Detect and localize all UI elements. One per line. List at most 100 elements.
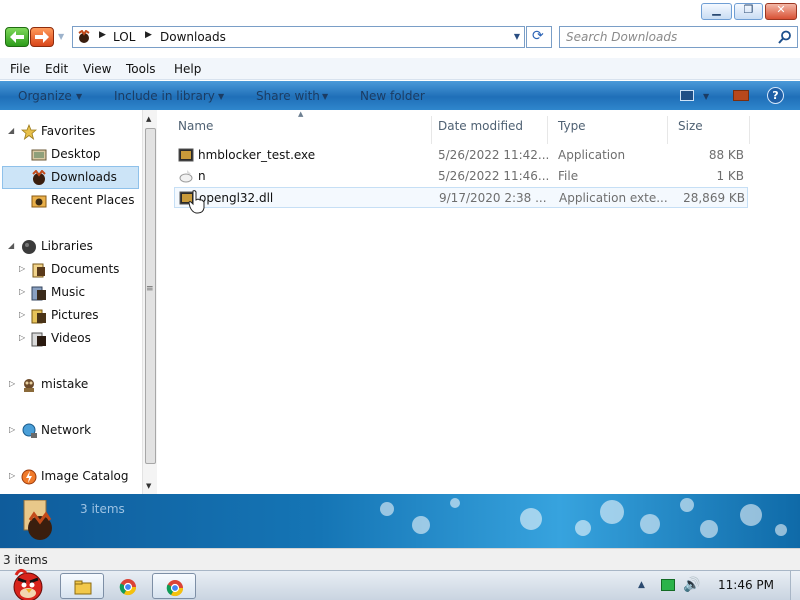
navigation-scrollbar[interactable]: ▲ ≡ ▼ [142, 110, 157, 494]
file-row[interactable]: opengl32.dll 9/17/2020 2:38 ... Applicat… [174, 187, 748, 208]
network-status-icon[interactable] [661, 579, 675, 591]
help-icon[interactable]: ? [767, 87, 784, 104]
documents-icon [32, 263, 45, 278]
maximize-icon: ❐ [743, 3, 754, 16]
minimize-icon: ▁ [712, 3, 721, 16]
collapsed-arrow-icon[interactable]: ▷ [19, 333, 25, 342]
nav-downloads[interactable]: Downloads [2, 166, 139, 189]
file-type: Application exte... [559, 191, 668, 205]
search-input[interactable] [566, 29, 766, 45]
nav-pictures[interactable]: ▷ Pictures [0, 305, 140, 327]
breadcrumb-lol[interactable]: LOL [113, 30, 135, 44]
forward-button[interactable] [30, 27, 54, 47]
nav-desktop[interactable]: Desktop [0, 144, 140, 166]
nav-image-catalog-label: Image Catalog [41, 469, 129, 483]
command-bar: Organize ▼ Include in library ▼ Share wi… [0, 81, 800, 110]
nav-music[interactable]: ▷ Music [0, 282, 140, 304]
start-button-icon[interactable] [2, 563, 52, 600]
videos-icon [31, 332, 46, 347]
close-icon: ✕ [776, 3, 786, 16]
file-type: File [558, 169, 579, 183]
nav-image-catalog[interactable]: ▷ Image Catalog [0, 466, 140, 488]
nav-downloads-label: Downloads [51, 170, 117, 184]
refresh-icon: ⟳ [532, 28, 544, 44]
scrollbar-thumb[interactable] [145, 128, 156, 464]
scroll-down-icon[interactable]: ▼ [146, 482, 151, 490]
nav-recent-places-label: Recent Places [51, 193, 135, 207]
column-header-type[interactable]: Type [548, 116, 668, 144]
column-header-name[interactable]: Name [168, 116, 432, 144]
collapsed-arrow-icon[interactable]: ▷ [19, 287, 25, 296]
minimize-button[interactable]: ▁ [701, 3, 732, 20]
recent-pages-dropdown-icon[interactable]: ▼ [58, 32, 64, 41]
expanded-arrow-icon[interactable]: ◢ [8, 126, 14, 135]
column-size-label: Size [678, 119, 703, 133]
close-button[interactable]: ✕ [765, 3, 797, 20]
file-date: 9/17/2020 2:38 ... [439, 191, 547, 205]
collapsed-arrow-icon[interactable]: ▷ [19, 310, 25, 319]
column-header-date-modified[interactable]: Date modified [428, 116, 548, 144]
maximize-button[interactable]: ❐ [734, 3, 763, 20]
navigation-pane: ◢ Favorites Desktop Downloads Recent Pla… [0, 110, 158, 494]
include-in-library-dropdown-icon[interactable]: ▼ [218, 92, 224, 101]
favorites-star-icon [21, 124, 37, 140]
file-row[interactable]: n 5/26/2022 11:46... File 1 KB [174, 166, 748, 187]
preview-pane-icon[interactable] [733, 90, 749, 101]
menu-tools[interactable]: Tools [126, 62, 156, 76]
file-size: 1 KB [716, 169, 744, 183]
share-with-dropdown-icon[interactable]: ▼ [322, 92, 328, 101]
address-dropdown-icon[interactable]: ▼ [514, 32, 520, 41]
folder-icon [74, 580, 92, 595]
collapsed-arrow-icon[interactable]: ▷ [9, 425, 15, 434]
back-button[interactable] [5, 27, 29, 47]
share-with-button[interactable]: Share with [256, 89, 320, 103]
collapsed-arrow-icon[interactable]: ▷ [9, 379, 15, 388]
file-date: 5/26/2022 11:46... [438, 169, 550, 183]
collapsed-arrow-icon[interactable]: ▷ [19, 264, 25, 273]
column-type-label: Type [558, 119, 586, 133]
desktop-icon [31, 149, 47, 161]
search-box[interactable] [559, 26, 798, 48]
nav-network[interactable]: ▷ Network [0, 420, 140, 442]
breadcrumb-downloads[interactable]: Downloads [160, 30, 226, 44]
details-pane: 3 items [0, 494, 800, 548]
organize-dropdown-icon[interactable]: ▼ [76, 92, 82, 101]
show-desktop-button[interactable] [790, 571, 800, 600]
file-row[interactable]: hmblocker_test.exe 5/26/2022 11:42... Ap… [174, 145, 748, 166]
taskbar-chrome-button[interactable] [106, 573, 150, 599]
volume-icon[interactable]: 🔊 [683, 577, 700, 593]
taskbar-explorer-button[interactable] [60, 573, 104, 599]
breadcrumb-separator-icon[interactable]: ▶ [99, 30, 106, 40]
nav-recent-places[interactable]: Recent Places [0, 190, 140, 212]
blank-file-icon [179, 170, 193, 183]
show-hidden-icons-icon[interactable]: ▲ [638, 580, 645, 590]
nav-libraries[interactable]: ◢ Libraries [0, 236, 140, 258]
pictures-icon [31, 309, 46, 324]
breadcrumb-separator-icon[interactable]: ▶ [145, 30, 152, 40]
nav-favorites[interactable]: ◢ Favorites [0, 121, 140, 143]
system-clock[interactable]: 11:46 PM [718, 578, 774, 592]
new-folder-button[interactable]: New folder [360, 89, 425, 103]
column-header-size[interactable]: Size [668, 116, 750, 144]
back-arrow-icon [10, 31, 24, 43]
refresh-button[interactable]: ⟳ [526, 26, 552, 48]
search-icon[interactable] [778, 30, 792, 44]
menu-edit[interactable]: Edit [45, 62, 68, 76]
menu-file[interactable]: File [10, 62, 30, 76]
nav-mistake[interactable]: ▷ mistake [0, 374, 140, 396]
change-view-icon[interactable] [680, 90, 694, 101]
expanded-arrow-icon[interactable]: ◢ [8, 241, 14, 250]
file-size: 88 KB [708, 148, 744, 162]
change-view-dropdown-icon[interactable]: ▼ [703, 92, 709, 101]
menu-view[interactable]: View [83, 62, 111, 76]
collapsed-arrow-icon[interactable]: ▷ [9, 471, 15, 480]
nav-documents[interactable]: ▷ Documents [0, 259, 140, 281]
taskbar-chrome-button-active[interactable] [152, 573, 196, 599]
organize-button[interactable]: Organize [18, 89, 72, 103]
address-bar[interactable]: ▶ LOL ▶ Downloads ▼ [72, 26, 525, 48]
menu-help[interactable]: Help [174, 62, 201, 76]
include-in-library-button[interactable]: Include in library [114, 89, 215, 103]
scroll-up-icon[interactable]: ▲ [146, 115, 151, 123]
music-icon [31, 286, 46, 301]
nav-videos[interactable]: ▷ Videos [0, 328, 140, 350]
